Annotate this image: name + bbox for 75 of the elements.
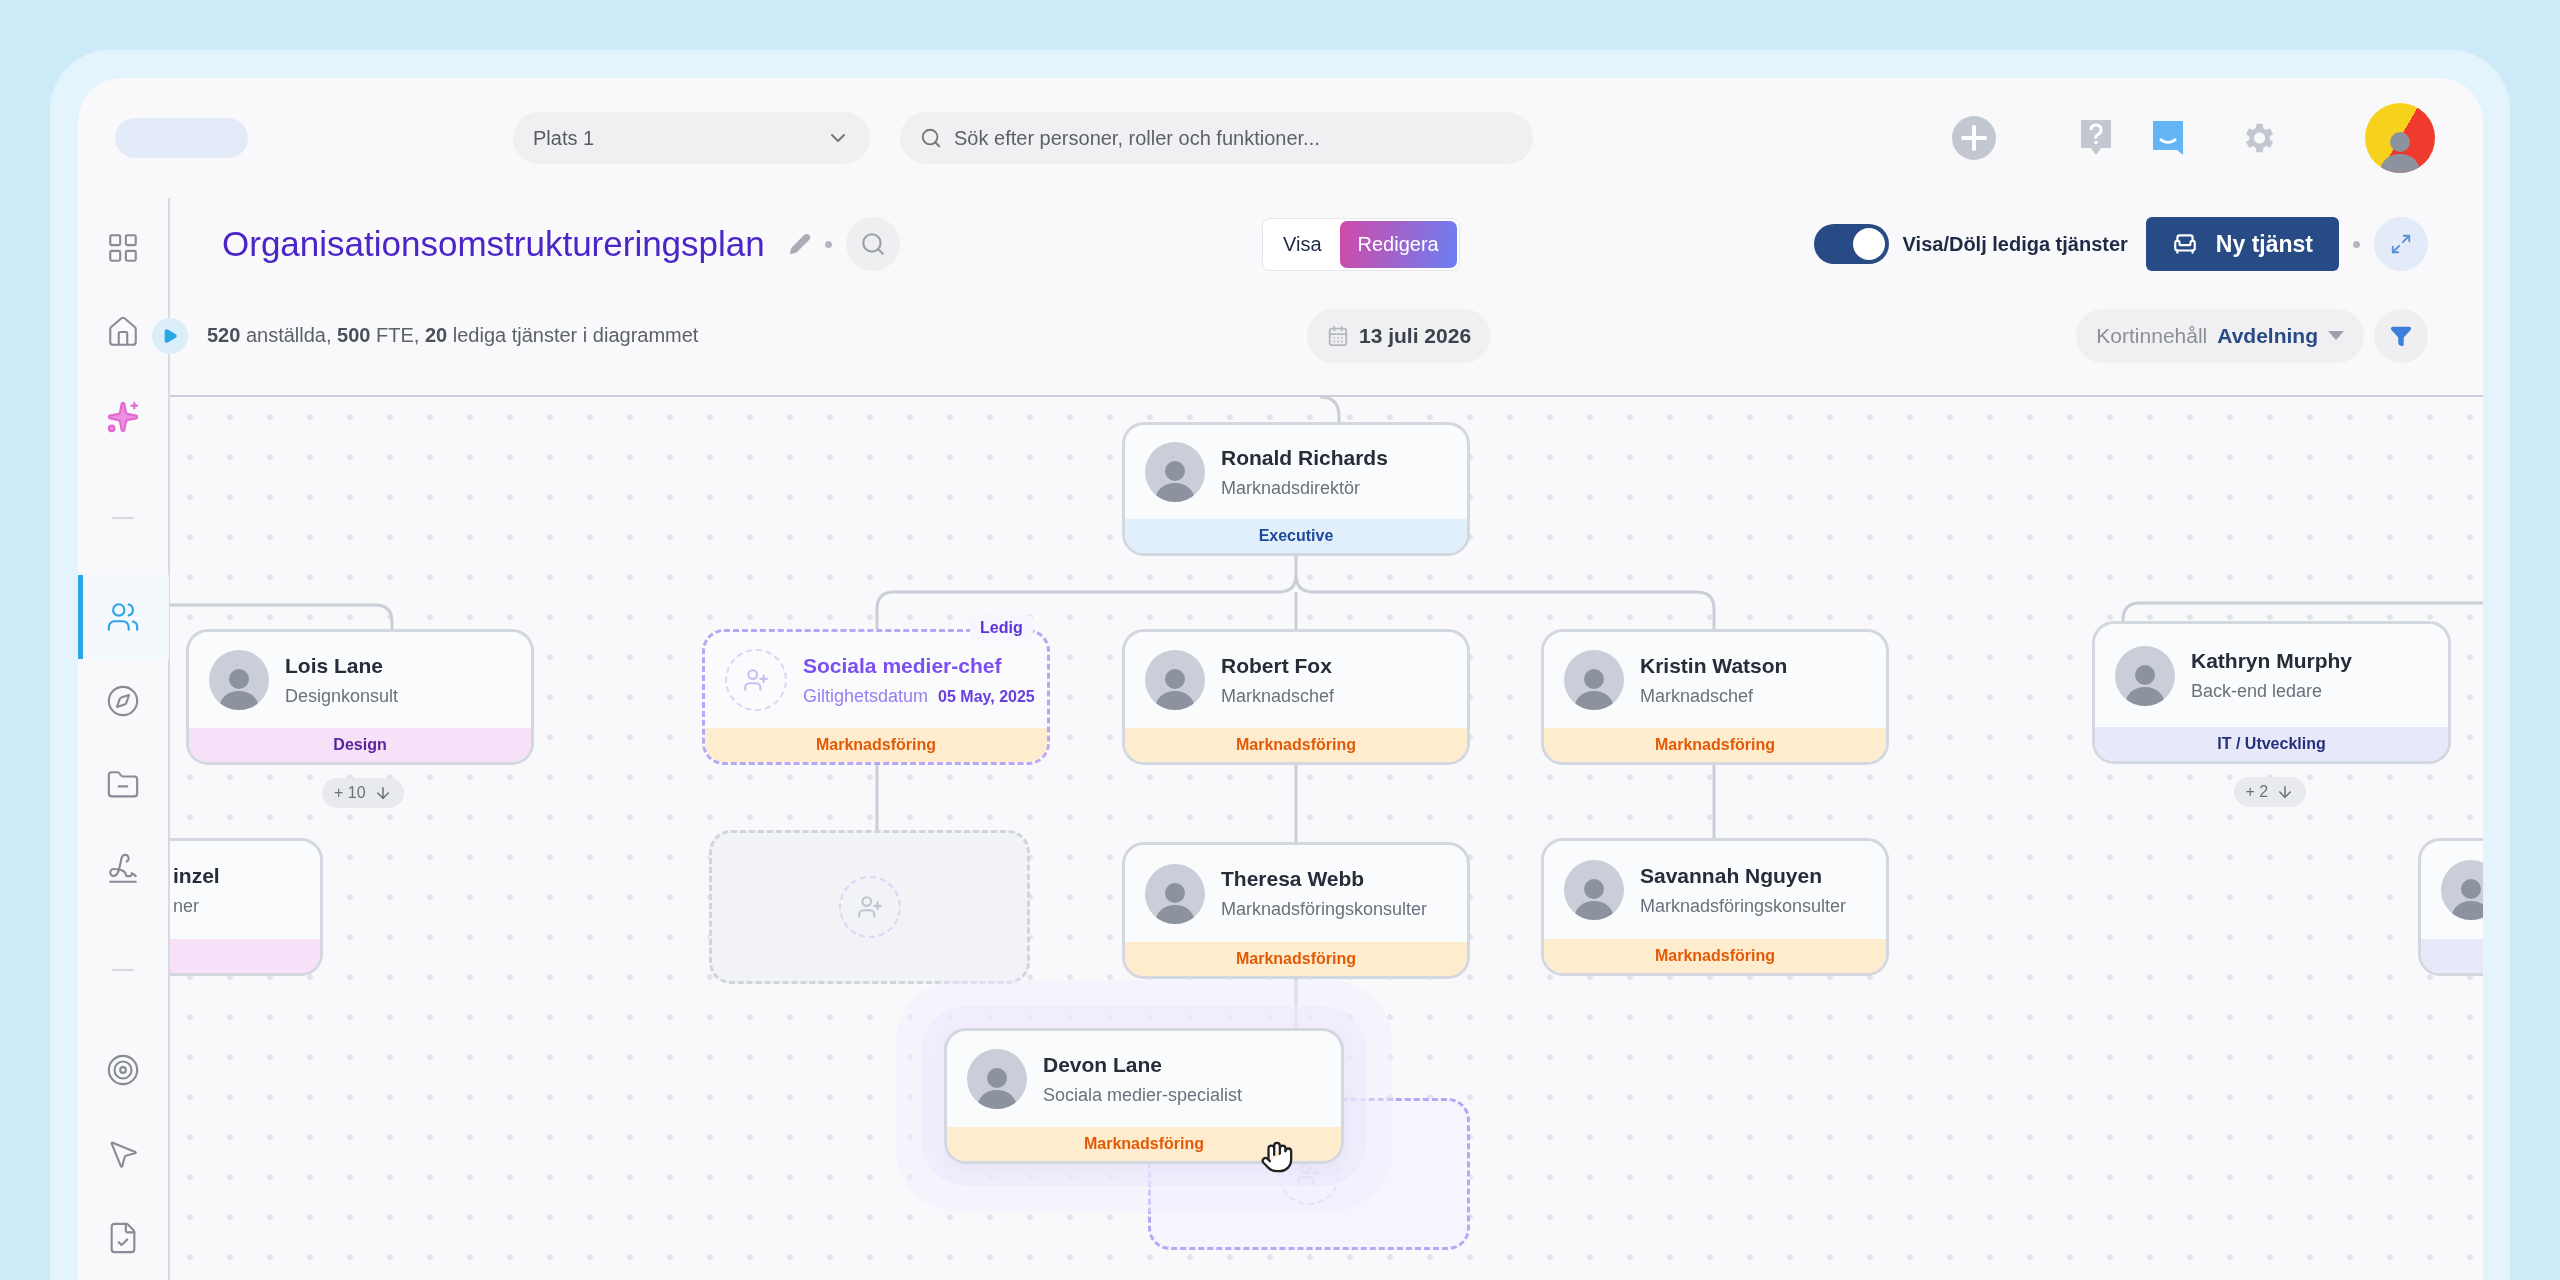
expand-sidebar-button[interactable] [152,317,188,354]
employee-name: inzel [173,863,220,888]
compass-icon [106,683,140,718]
toggle-label: Visa/Dölj lediga tjänster [1902,232,2128,256]
mode-tab[interactable]: Redigera [1339,220,1457,268]
filter-icon [2390,324,2412,347]
mode-tab[interactable]: Visa [1265,220,1340,268]
search-icon [920,127,942,149]
employee-name: Devon Lane [1043,1052,1164,1077]
employee-name: Ronald Richards [1221,445,1388,470]
employee-role: Marknadsföringskonsulter [1221,899,1428,920]
add-person-icon [725,649,787,711]
employee-role: Back-end ledare [2191,681,2324,702]
play-icon [162,327,178,344]
new-position-button[interactable]: Ny tjänst [2145,217,2339,271]
employee-card[interactable]: Devon Lane Sociala medier-specialist Marknadsföring [944,1028,1344,1164]
employee-name: Savannah Nguyen [1640,863,1824,888]
employee-card[interactable]: Robert Fox Marknadschef Marknadsföring [1122,629,1470,765]
validity-date: Giltighetsdatum 05 May, 2025 [803,685,1035,707]
expand-reports-button[interactable]: + 10 [322,778,404,808]
employee-card[interactable]: Lois Lane Designkonsult Design [186,629,534,765]
vacancy-title: Sociala medier-chef [803,653,1003,678]
caret-icon [2328,330,2344,341]
employee-name: Kristin Watson [1640,653,1788,678]
sparkles-icon [106,399,140,434]
location-select[interactable]: Plats 1 [513,112,870,164]
department-label: Design [189,728,531,762]
expand-reports-button[interactable]: + 2 [2233,777,2307,807]
search-field[interactable]: Sök efter personer, roller och funktioner... [900,112,1533,164]
department-label: Marknadsföring [1125,942,1467,976]
employee-name: Theresa Webb [1221,867,1366,891]
expand-icon [2390,233,2412,255]
employee-name: Robert Fox [1221,653,1333,678]
add-icon[interactable] [1951,115,1997,161]
department-label: Marknadsföring [1544,728,1886,762]
empty-position-slot[interactable] [709,830,1030,984]
department-label: Executive [1125,519,1467,553]
vacant-badge: Ledig [970,615,1033,641]
employee-role: Marknadschef [1640,685,1755,707]
employee-card[interactable]: Kristin Watson Marknadschef Marknadsföring [1541,629,1889,765]
calendar-icon [1327,324,1349,347]
chart-title: Organisationsomstruktureringsplan [222,224,765,264]
department-label: Marknadsföring [705,728,1047,762]
separator-dot [2353,240,2360,248]
chart-stats: 520 anställda, 500 FTE, 20 lediga tjänster i diagrammet [207,324,699,347]
department-label: IT / Utveckling [2095,727,2448,761]
employee-role: Marknadschef [1221,685,1335,707]
search-icon [859,231,886,257]
edit-icon[interactable] [788,233,811,255]
employee-role: Marknadsdirektör [1221,477,1362,499]
toggle-switch[interactable] [1813,224,1889,264]
card-content-select[interactable]: Kortinnehåll Avdelning [2076,308,2364,363]
sidebar-item[interactable] [78,574,169,659]
department-label: Marknadsföring [1544,939,1886,973]
employee-card[interactable]: inzel ner [170,838,323,976]
employee-role: ner [173,895,200,917]
employee-card[interactable]: Savannah Nguyen Marknadsföringskonsulter Marknadsföring [1541,838,1889,976]
separator-dot [824,240,832,248]
employee-role: Marknadsföringskonsulter [1640,895,1847,917]
grab-cursor-icon [1260,1140,1294,1174]
target-icon [106,1052,140,1087]
employee-name: Kathryn Murphy [2191,649,2352,673]
employee-role: Sociala medier-specialist [1043,1084,1243,1106]
employee-card[interactable]: Kathryn Murphy Back-end ledare IT / Utveckling [2092,621,2451,764]
employee-card[interactable]: Ronald Richards Marknadsdirektör Executive [1122,422,1470,556]
chat-icon[interactable] [2151,119,2185,157]
fullscreen-button[interactable] [2374,217,2428,271]
employee-card[interactable]: Theresa Webb Marknadsföringskonsulter Marknadsföring [1122,842,1470,979]
department-label: Marknadsföring [1125,728,1467,762]
chair-icon [2171,231,2198,257]
date-picker[interactable]: 13 juli 2026 [1307,308,1492,363]
employee-role: Designkonsult [285,685,399,707]
employee-name: Lois Lane [285,653,385,678]
add-person-icon [838,876,901,938]
department-label: Marknadsföring [947,1127,1341,1161]
